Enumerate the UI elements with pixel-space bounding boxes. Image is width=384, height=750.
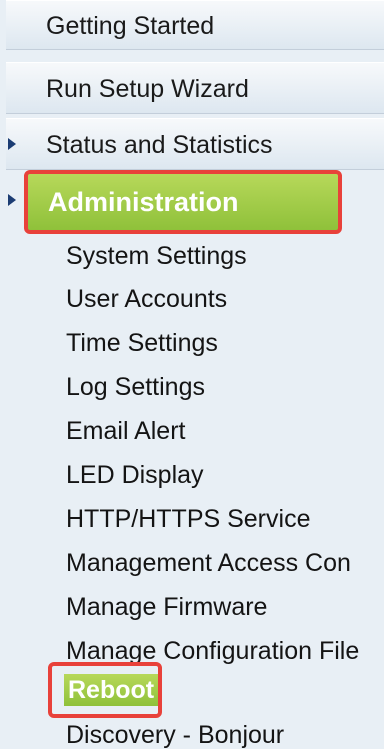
expand-arrow-icon[interactable] (8, 194, 16, 206)
submenu-item-led-display[interactable]: LED Display (66, 460, 204, 490)
submenu-item-user-accounts[interactable]: User Accounts (66, 284, 227, 314)
menu-item-label: Administration (48, 187, 239, 217)
navigation-menu: Getting Started Run Setup Wizard Status … (0, 0, 384, 749)
reboot-label: Reboot (64, 674, 159, 706)
menu-item-label: Run Setup Wizard (46, 75, 249, 103)
menu-item-label: Getting Started (46, 12, 215, 40)
submenu-item-management-access-control[interactable]: Management Access Con (66, 548, 384, 578)
menu-item-label: Status and Statistics (46, 131, 273, 159)
menu-item-status-and-statistics[interactable]: Status and Statistics (6, 118, 384, 170)
menu-item-getting-started[interactable]: Getting Started (6, 0, 384, 50)
submenu-item-email-alert[interactable]: Email Alert (66, 416, 185, 446)
submenu-item-log-settings[interactable]: Log Settings (66, 372, 205, 402)
menu-item-administration[interactable]: Administration (24, 170, 342, 234)
expand-arrow-icon[interactable] (8, 138, 16, 150)
submenu-item-http-https-service[interactable]: HTTP/HTTPS Service (66, 504, 310, 534)
submenu-item-system-settings[interactable]: System Settings (66, 241, 247, 271)
submenu-item-time-settings[interactable]: Time Settings (66, 328, 218, 358)
submenu-item-reboot[interactable]: Reboot (48, 662, 162, 718)
menu-item-run-setup-wizard[interactable]: Run Setup Wizard (6, 62, 384, 114)
submenu-item-manage-firmware[interactable]: Manage Firmware (66, 592, 267, 622)
submenu-item-discovery-bonjour[interactable]: Discovery - Bonjour (66, 720, 284, 750)
